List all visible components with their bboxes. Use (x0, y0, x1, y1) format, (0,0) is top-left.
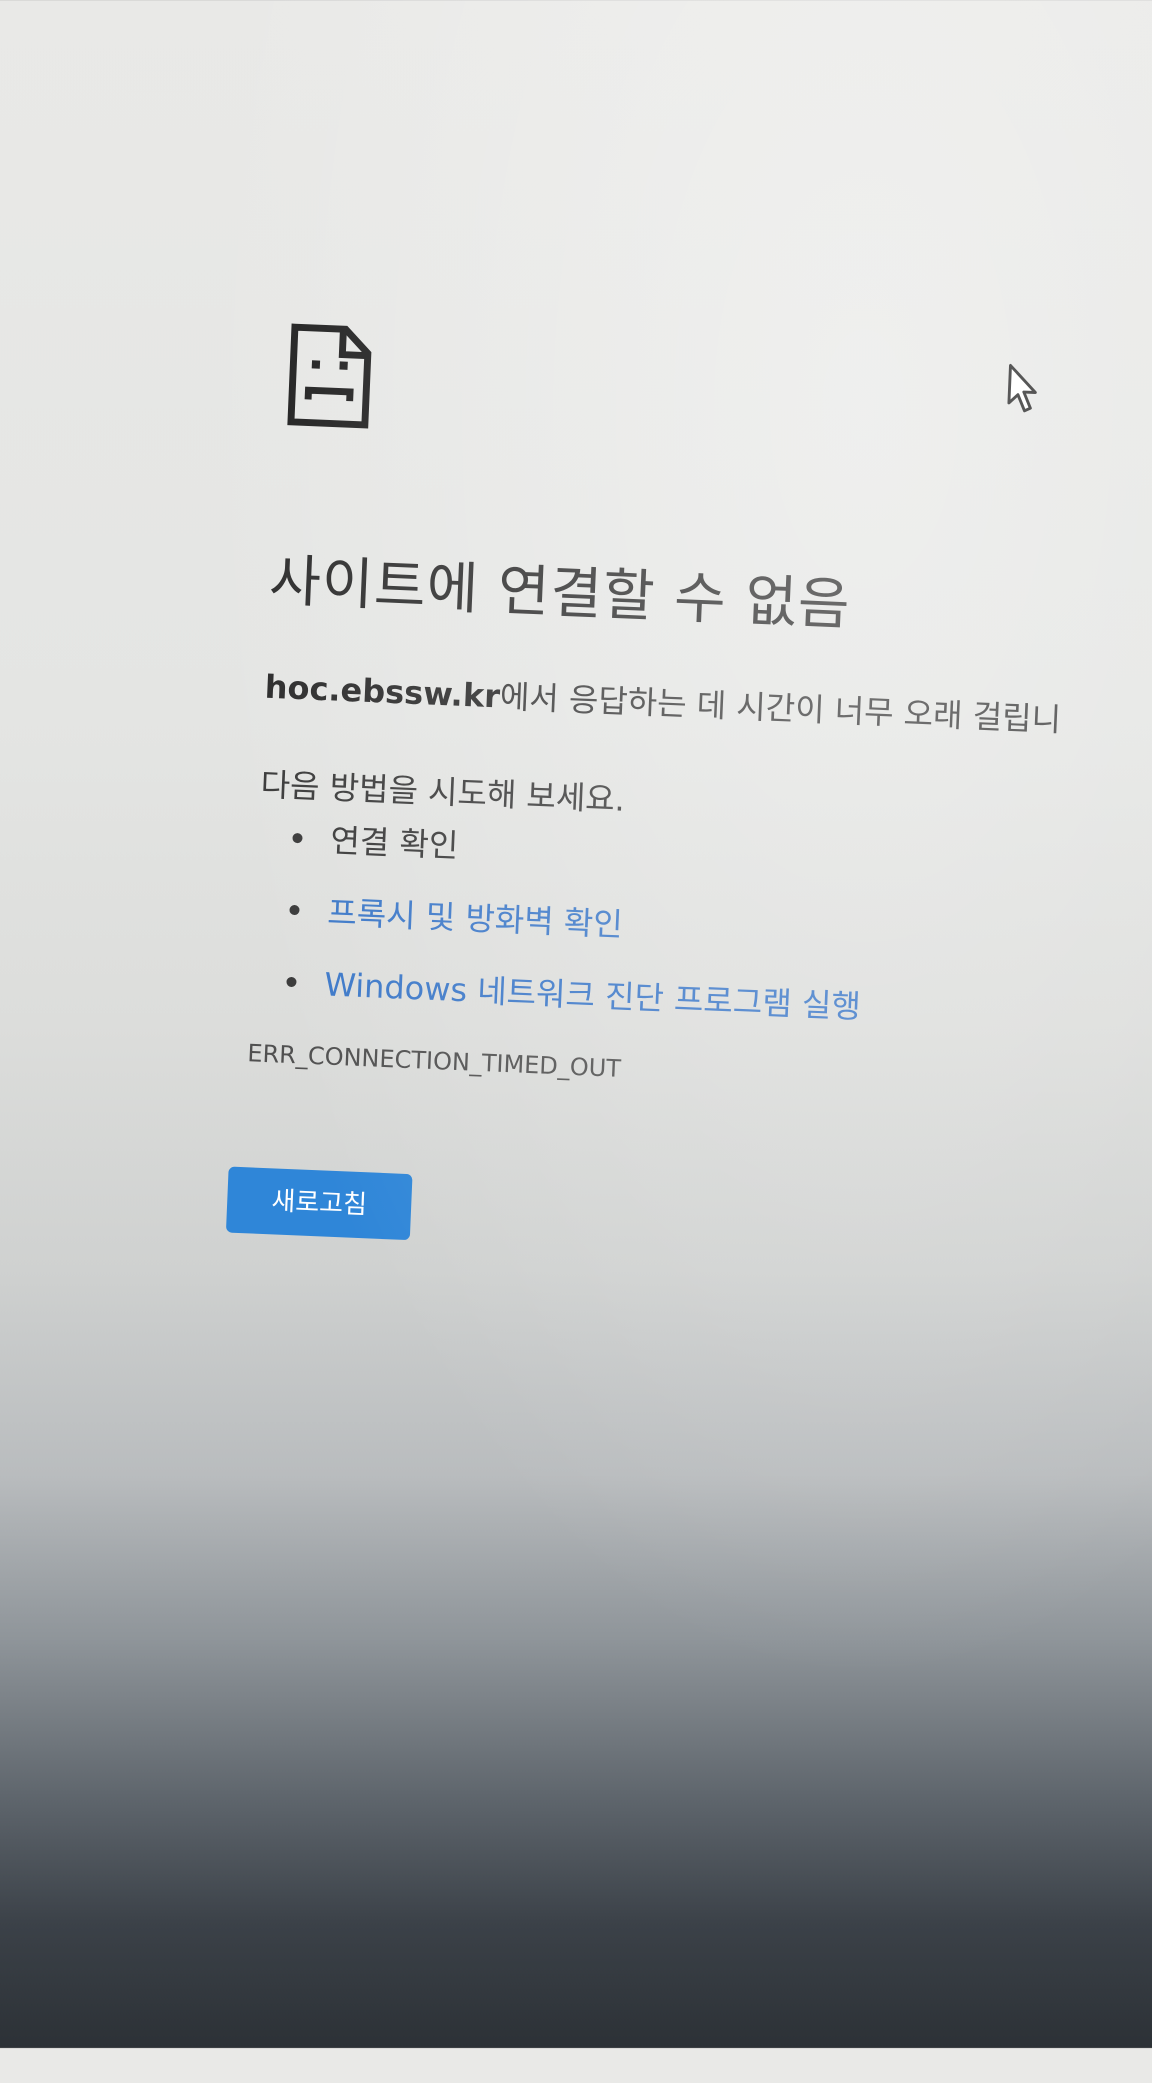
error-page: 사이트에 연결할 수 없음 hoc.ebssw.kr에서 응답하는 데 시간이 … (0, 0, 1152, 2083)
suggestions-list: 연결 확인 프록시 및 방화벽 확인 Windows 네트워크 진단 프로그램 … (278, 819, 867, 1059)
bullet-icon (286, 976, 297, 988)
suggestions-heading: 다음 방법을 시도해 보세요. (259, 765, 626, 819)
bullet-icon (292, 832, 303, 844)
reload-button[interactable]: 새로고침 (225, 1166, 413, 1241)
mouse-pointer-icon (1007, 363, 1037, 413)
page-title: 사이트에 연결할 수 없음 (267, 548, 852, 639)
site-host: hoc.ebssw.kr (264, 667, 501, 716)
sad-page-icon (287, 323, 372, 429)
error-message: hoc.ebssw.kr에서 응답하는 데 시간이 너무 오래 걸립니 (264, 662, 1062, 741)
suggestion-check-connection: 연결 확인 (329, 821, 460, 865)
error-message-text: 에서 응답하는 데 시간이 너무 오래 걸립니 (499, 677, 1062, 739)
bullet-icon (289, 904, 300, 916)
